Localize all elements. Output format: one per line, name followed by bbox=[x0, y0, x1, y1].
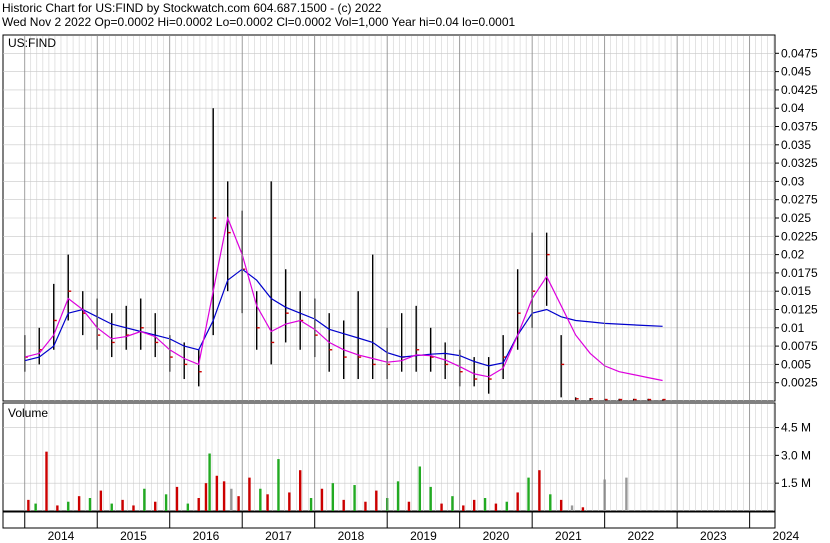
chart-window: Historic Chart for US:FIND by Stockwatch… bbox=[0, 0, 830, 543]
price-panel: 0.0025 0.005 0.0075 0.01 0.0125 0.015 0.0175 0.… bbox=[2, 34, 818, 402]
volume-bar bbox=[88, 498, 92, 511]
y-tick-label: 0.0225 bbox=[781, 229, 818, 243]
y-tick-label: 0.005 bbox=[781, 357, 811, 371]
stock-chart: 0.0025 0.005 0.0075 0.01 0.0125 0.015 0.0175 0.… bbox=[2, 34, 818, 543]
volume-bar bbox=[143, 488, 146, 511]
volume-bar bbox=[77, 496, 81, 511]
volume-bar bbox=[538, 470, 541, 511]
volume-bar bbox=[288, 492, 291, 511]
volume-bar bbox=[259, 488, 262, 511]
x-tick-label: 2021 bbox=[555, 529, 582, 543]
y-tick-label: 4.5 M bbox=[781, 421, 811, 435]
volume-bar bbox=[309, 498, 313, 511]
y-tick-label: 0.0275 bbox=[781, 193, 818, 207]
volume-bar bbox=[99, 490, 103, 511]
volume-bar bbox=[440, 503, 443, 511]
volume-bar bbox=[396, 481, 400, 511]
y-tick-label: 0.015 bbox=[781, 284, 811, 298]
volume-bar bbox=[625, 477, 628, 511]
y-tick-label: 0.0325 bbox=[781, 156, 818, 170]
xaxis-frame bbox=[2, 511, 776, 529]
volume-bar bbox=[494, 503, 498, 511]
x-tick-label: 2020 bbox=[483, 529, 510, 543]
x-tick-label: 2018 bbox=[338, 529, 365, 543]
volume-bar bbox=[407, 501, 411, 511]
volume-bar bbox=[204, 483, 208, 511]
volume-bar bbox=[483, 498, 487, 511]
y-tick-label: 0.025 bbox=[781, 211, 811, 225]
volume-panel: 1.5 M 3.0 M 4.5 M Volume bbox=[2, 402, 811, 512]
volume-bar bbox=[110, 503, 113, 511]
volume-bar bbox=[418, 466, 422, 511]
y-tick-label: 0.0175 bbox=[781, 266, 818, 280]
price-panel-title: US:FIND bbox=[8, 36, 56, 50]
volume-bar bbox=[197, 498, 200, 511]
volume-bar bbox=[299, 470, 302, 511]
x-tick-label: 2017 bbox=[265, 529, 292, 543]
volume-bar bbox=[67, 501, 70, 511]
y-tick-label: 0.0125 bbox=[781, 303, 818, 317]
volume-bar bbox=[175, 486, 179, 511]
x-tick-label: 2016 bbox=[193, 529, 220, 543]
x-tick-label: 2015 bbox=[120, 529, 147, 543]
y-tick-label: 3.0 M bbox=[781, 448, 811, 462]
volume-bar bbox=[230, 488, 233, 511]
volume-bar bbox=[549, 494, 552, 511]
volume-bar bbox=[559, 499, 563, 511]
volume-bar bbox=[27, 499, 30, 511]
x-tick-label: 2022 bbox=[628, 529, 655, 543]
volume-bar bbox=[342, 499, 345, 511]
x-axis: 2014 2015 2016 2017 2018 2019 2020 2021 2022 2023… bbox=[2, 511, 800, 543]
volume-bar bbox=[154, 501, 157, 511]
volume-bar bbox=[570, 505, 574, 511]
volume-bar bbox=[132, 505, 135, 511]
volume-bar bbox=[277, 459, 280, 511]
y-tick-label: 0.03 bbox=[781, 174, 805, 188]
y-tick-label: 0.0475 bbox=[781, 46, 818, 60]
volume-bar bbox=[248, 477, 251, 511]
volume-bar bbox=[45, 451, 48, 511]
volume-bar bbox=[208, 453, 211, 511]
volume-bar bbox=[353, 485, 356, 511]
volume-bar bbox=[505, 501, 508, 511]
x-tick-label: 2024 bbox=[773, 529, 800, 543]
volume-bar bbox=[215, 475, 219, 511]
y-tick-label: 0.0075 bbox=[781, 339, 818, 353]
volume-bar bbox=[472, 499, 476, 511]
x-tick-label: 2014 bbox=[48, 529, 75, 543]
volume-bar bbox=[222, 481, 226, 511]
volume-bar bbox=[164, 494, 168, 511]
volume-bar bbox=[121, 499, 124, 511]
volume-panel-title: Volume bbox=[8, 406, 48, 420]
volume-bar bbox=[331, 483, 335, 511]
volume-bar bbox=[266, 494, 269, 511]
volume-bar bbox=[375, 490, 378, 511]
volume-bar bbox=[581, 507, 585, 511]
y-tick-label: 0.0375 bbox=[781, 120, 818, 134]
y-tick-label: 0.045 bbox=[781, 65, 811, 79]
y-tick-label: 0.04 bbox=[781, 101, 805, 115]
volume-bar bbox=[56, 505, 59, 511]
volume-bar bbox=[320, 488, 324, 511]
volume-bar bbox=[462, 505, 465, 511]
y-tick-label: 0.01 bbox=[781, 321, 805, 335]
y-tick-label: 0.02 bbox=[781, 248, 805, 262]
volume-bar bbox=[527, 477, 530, 511]
y-tick-label: 0.0425 bbox=[781, 83, 818, 97]
x-tick-label: 2023 bbox=[700, 529, 727, 543]
volume-bar bbox=[516, 492, 519, 511]
y-tick-label: 0.0025 bbox=[781, 376, 818, 390]
volume-bar bbox=[364, 501, 367, 511]
volume-bar bbox=[186, 503, 190, 511]
volume-bar bbox=[429, 486, 432, 511]
y-tick-label: 0.035 bbox=[781, 138, 811, 152]
volume-bar bbox=[34, 503, 37, 511]
volume-bar bbox=[237, 496, 240, 511]
x-tick-label: 2019 bbox=[410, 529, 437, 543]
y-tick-label: 1.5 M bbox=[781, 476, 811, 490]
volume-bar bbox=[451, 496, 454, 511]
